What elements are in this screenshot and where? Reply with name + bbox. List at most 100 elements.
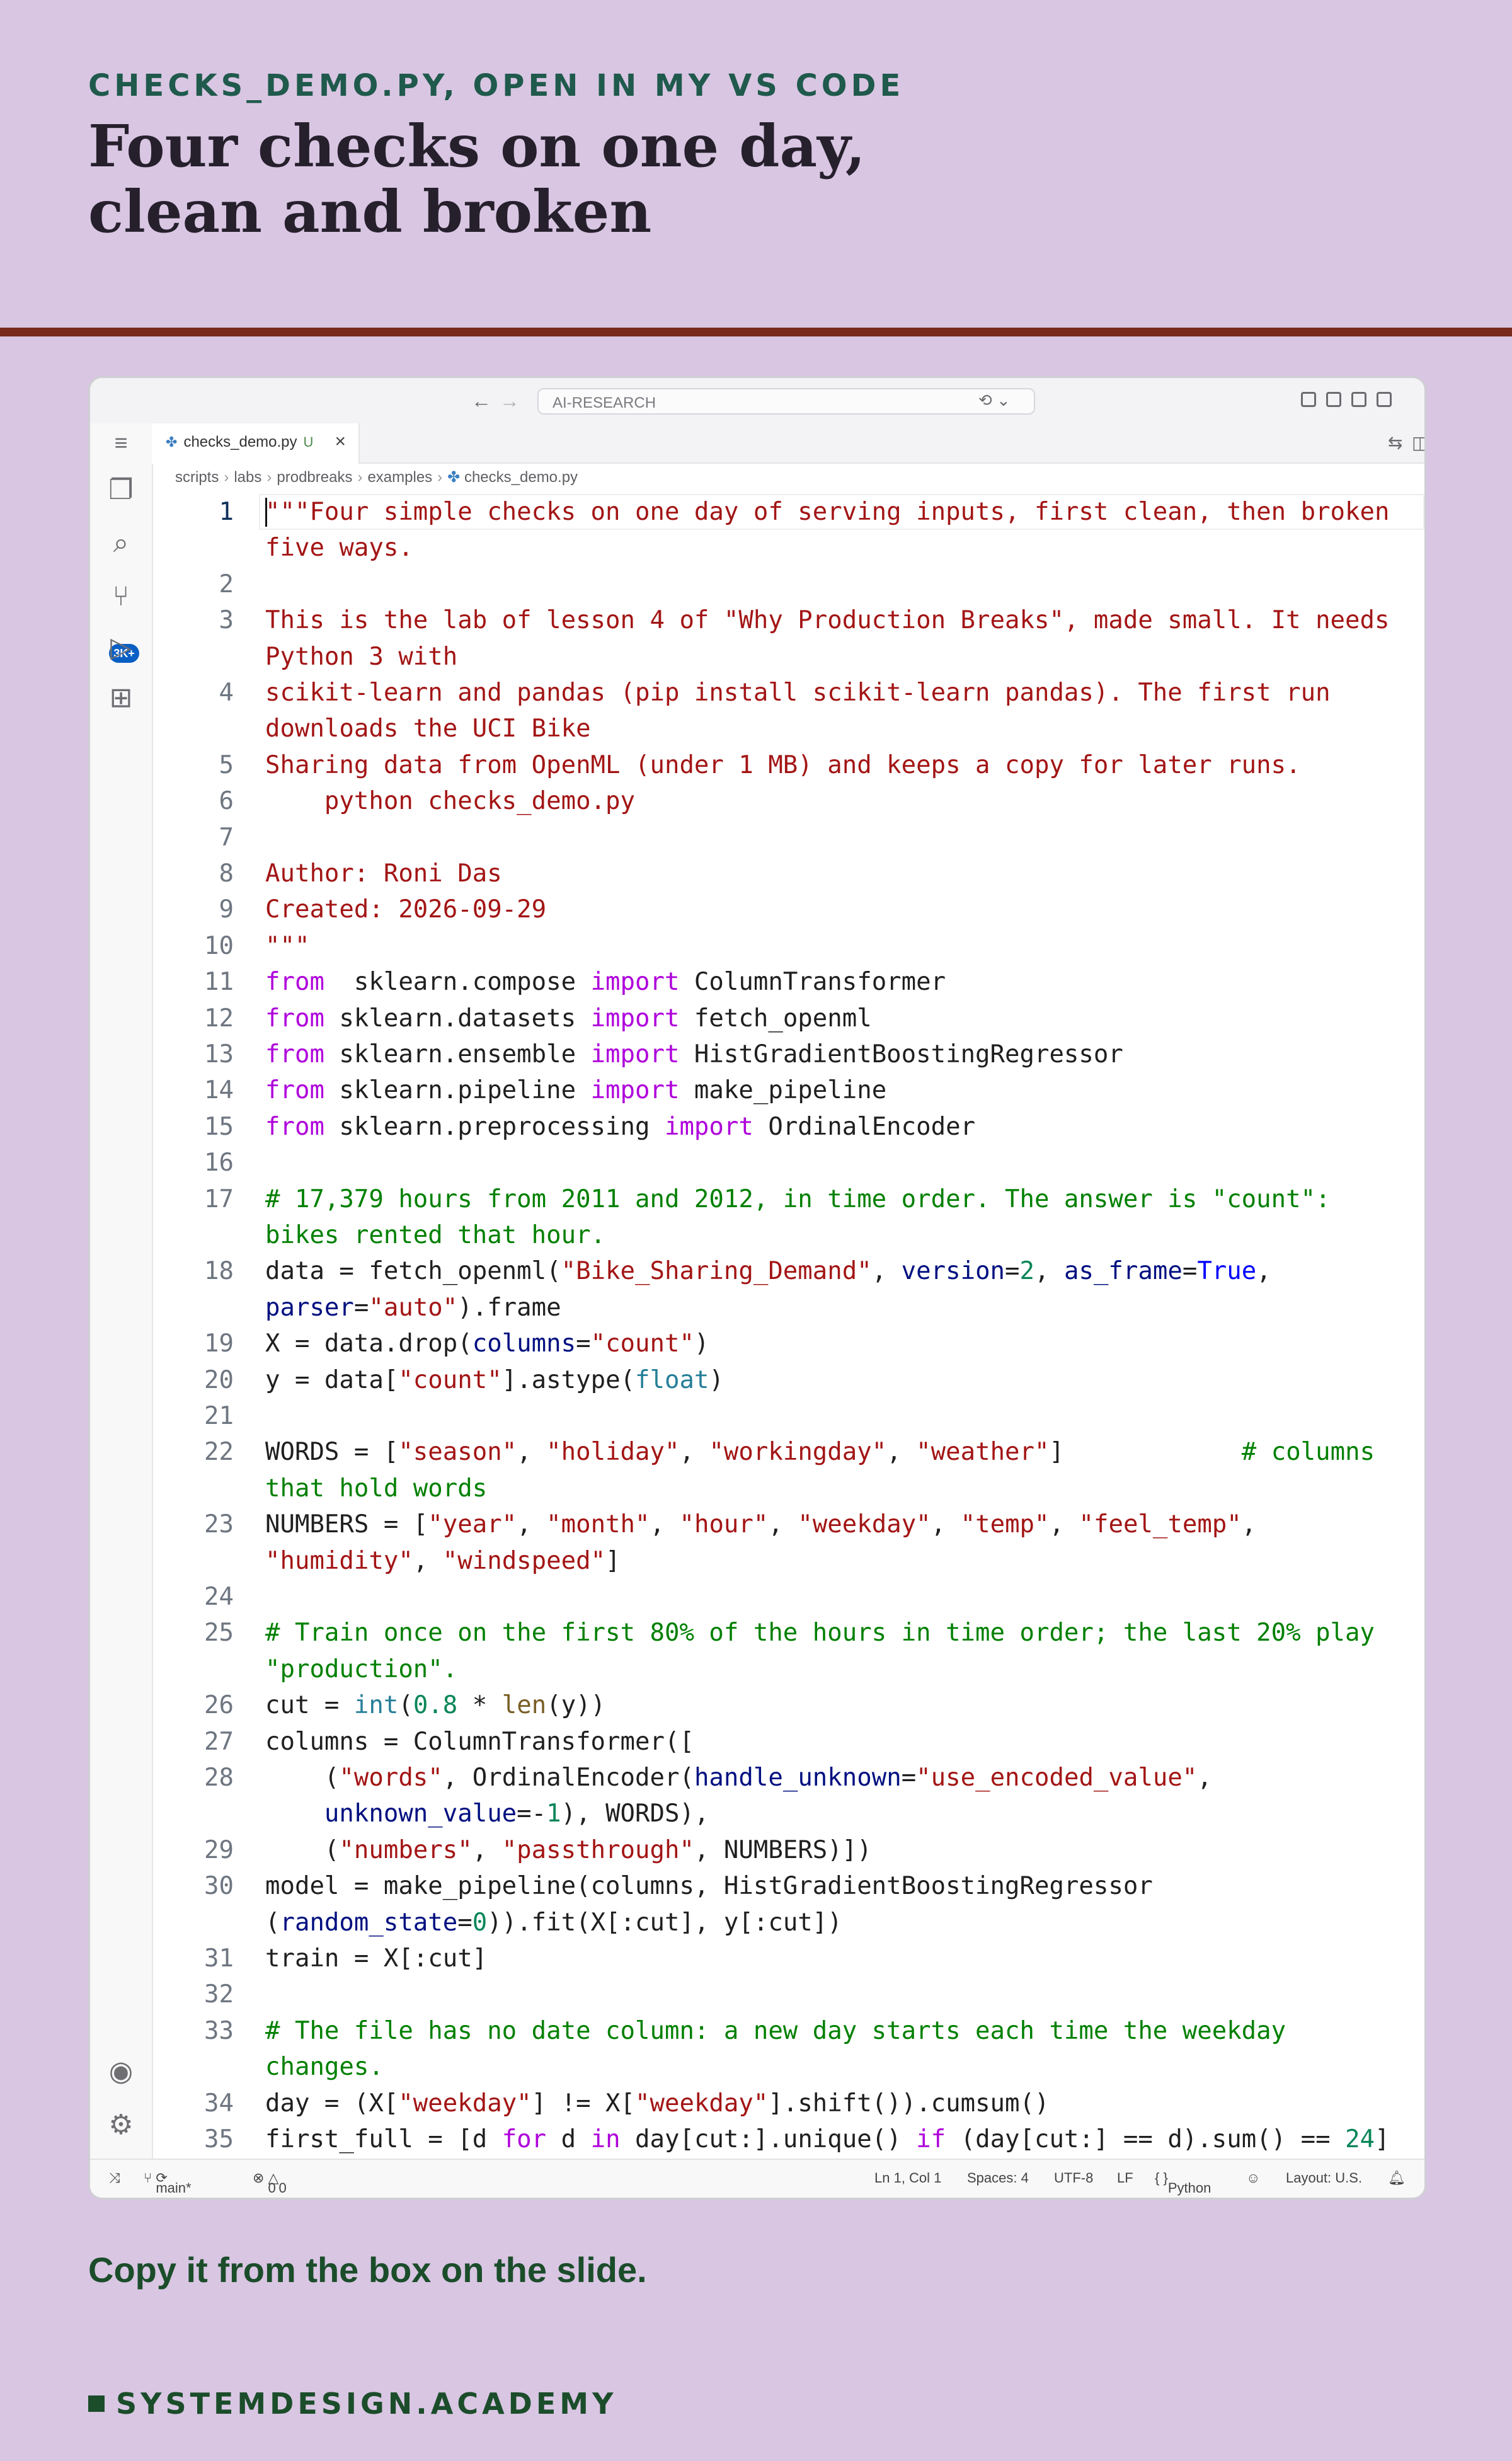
code-line[interactable]: 35 first_full = [d for d in day[cut:].uni… <box>152 2121 1424 2157</box>
copilot-icon[interactable]: ☺ <box>1246 2170 1260 2186</box>
code-line[interactable]: downloads the UCI Bike <box>152 711 1424 747</box>
code-line[interactable]: changes. <box>152 2049 1424 2085</box>
code-line[interactable]: five ways. <box>152 530 1424 566</box>
code-line[interactable]: 4 scikit-learn and pandas (pip install sc… <box>152 675 1424 711</box>
code-token: y = data[ <box>265 1365 399 1394</box>
explorer-icon[interactable]: ❐ <box>90 474 152 506</box>
code-text: from sklearn.preprocessing import Ordina… <box>265 1109 975 1145</box>
toggle-panel-icon[interactable] <box>1351 392 1366 407</box>
breadcrumb-item[interactable]: examples <box>367 469 432 486</box>
code-line[interactable]: 27 columns = ColumnTransformer([ <box>152 1724 1424 1760</box>
code-token: "windspeed" <box>442 1546 606 1575</box>
code-line[interactable]: 14 from sklearn.pipeline import make_pipe… <box>152 1072 1424 1108</box>
search-icon[interactable]: ⌕ <box>90 527 152 559</box>
code-line[interactable]: 16 <box>152 1145 1424 1181</box>
language-mode[interactable]: { } Python <box>1155 2170 1211 2196</box>
code-line[interactable]: 5 Sharing data from OpenML (under 1 MB) a… <box>152 747 1424 783</box>
problems-indicator[interactable]: ⊗ 0 △ 0 <box>253 2170 287 2196</box>
code-line[interactable]: 32 <box>152 1976 1424 2012</box>
code-token: ( <box>265 1908 280 1937</box>
breadcrumb-item[interactable]: labs <box>234 469 261 486</box>
code-token: ].astype( <box>501 1365 636 1394</box>
code-text: y = data["count"].astype(float) <box>265 1362 724 1398</box>
menu-icon[interactable]: ≡ <box>90 430 152 456</box>
run-debug-icon[interactable]: ▷ <box>90 631 152 663</box>
code-line[interactable]: 3 This is the lab of lesson 4 of "Why Pro… <box>152 602 1424 638</box>
code-token: This is the lab of lesson 4 of "Why Prod… <box>265 606 1390 635</box>
forward-arrow-icon[interactable]: → <box>500 389 520 413</box>
code-line[interactable]: 31 train = X[:cut] <box>152 1941 1424 1976</box>
command-center-search[interactable]: AI-RESEARCH <box>537 388 1035 415</box>
code-line[interactable]: 21 <box>152 1398 1424 1434</box>
code-line[interactable]: 17 # 17,379 hours from 2011 and 2012, in … <box>152 1181 1424 1217</box>
code-line[interactable]: bikes rented that hour. <box>152 1217 1424 1253</box>
line-number: 23 <box>204 1510 234 1539</box>
activity-bar: ≡ ❐ ⌕ ⑂ 3K+ ▷ ⊞ ◉ ⚙ <box>90 423 153 2160</box>
code-line[interactable]: 11 from sklearn.compose import ColumnTran… <box>152 964 1424 1000</box>
account-icon[interactable]: ◉ <box>90 2055 152 2087</box>
breadcrumb-item[interactable]: scripts <box>175 469 219 486</box>
code-line[interactable]: 28 ("words", OrdinalEncoder(handle_unkno… <box>152 1760 1424 1796</box>
code-line[interactable]: 9 Created: 2026-09-29 <box>152 892 1424 927</box>
end-of-line[interactable]: LF <box>1117 2170 1133 2186</box>
code-line[interactable]: 33 # The file has no date column: a new d… <box>152 2013 1424 2049</box>
code-editor[interactable]: 1 """Four simple checks on one day of ser… <box>152 490 1424 2160</box>
code-line[interactable]: parser="auto").frame <box>152 1290 1424 1326</box>
line-number: 26 <box>204 1691 234 1720</box>
tab-checks-demo[interactable]: ✤ checks_demo.py U × <box>152 423 360 464</box>
remote-icon[interactable]: ⤨ <box>109 2170 120 2186</box>
compare-changes-icon[interactable]: ⇆ <box>1388 432 1402 453</box>
breadcrumb-item[interactable]: checks_demo.py <box>464 469 578 486</box>
keyboard-layout[interactable]: Layout: U.S. <box>1286 2170 1362 2186</box>
code-line[interactable]: 10 """ <box>152 928 1424 964</box>
code-line[interactable]: "production". <box>152 1651 1424 1687</box>
code-token: float <box>635 1365 709 1394</box>
code-line[interactable]: 15 from sklearn.preprocessing import Ordi… <box>152 1109 1424 1145</box>
toggle-sidebar-icon[interactable] <box>1326 392 1341 407</box>
line-number: 11 <box>204 968 234 997</box>
code-line[interactable]: 24 <box>152 1579 1424 1615</box>
code-line[interactable]: 30 model = make_pipeline(columns, HistGra… <box>152 1868 1424 1904</box>
code-line[interactable]: Python 3 with <box>152 639 1424 675</box>
indentation[interactable]: Spaces: 4 <box>967 2170 1029 2186</box>
code-token: ), WORDS), <box>561 1799 709 1828</box>
code-line[interactable]: 8 Author: Roni Das <box>152 856 1424 892</box>
code-line[interactable]: 13 from sklearn.ensemble import HistGradi… <box>152 1036 1424 1072</box>
code-line[interactable]: that hold words <box>152 1471 1424 1506</box>
code-line[interactable]: unknown_value=-1), WORDS), <box>152 1796 1424 1832</box>
code-token: day = (X[ <box>265 2089 399 2118</box>
notifications-bell-icon[interactable]: 🔔︎ <box>1388 2170 1406 2186</box>
code-line[interactable]: 29 ("numbers", "passthrough", NUMBERS)]) <box>152 1832 1424 1868</box>
code-line[interactable]: 19 X = data.drop(columns="count") <box>152 1326 1424 1362</box>
code-line[interactable]: 20 y = data["count"].astype(float) <box>152 1362 1424 1398</box>
close-tab-icon[interactable]: × <box>335 431 346 452</box>
code-line[interactable]: 6 python checks_demo.py <box>152 783 1424 819</box>
customize-layout-icon[interactable] <box>1301 392 1316 407</box>
code-token: , <box>871 1257 902 1286</box>
cursor-position[interactable]: Ln 1, Col 1 <box>874 2170 941 2186</box>
split-editor-icon[interactable]: ◫ <box>1412 432 1424 453</box>
breadcrumb-item[interactable]: prodbreaks <box>277 469 352 486</box>
code-line[interactable]: 1 """Four simple checks on one day of ser… <box>152 494 1424 530</box>
code-line[interactable]: 18 data = fetch_openml("Bike_Sharing_Dema… <box>152 1253 1424 1289</box>
code-line[interactable]: 2 <box>152 566 1424 602</box>
line-number: 35 <box>204 2125 234 2154</box>
extensions-icon[interactable]: ⊞ <box>90 682 152 714</box>
code-line[interactable]: 25 # Train once on the first 80% of the h… <box>152 1615 1424 1651</box>
source-control-icon[interactable]: ⑂ <box>90 581 152 612</box>
code-line[interactable]: 22 WORDS = ["season", "holiday", "working… <box>152 1434 1424 1470</box>
branch-indicator[interactable]: ⑂ main* ⟳ <box>144 2170 192 2196</box>
code-line[interactable]: 12 from sklearn.datasets import fetch_ope… <box>152 1001 1424 1036</box>
back-arrow-icon[interactable]: ← <box>471 389 491 413</box>
code-line[interactable]: 34 day = (X["weekday"] != X["weekday"].sh… <box>152 2085 1424 2121</box>
code-line[interactable]: 23 NUMBERS = ["year", "month", "hour", "w… <box>152 1506 1424 1542</box>
code-line[interactable]: (random_state=0)).fit(X[:cut], y[:cut]) <box>152 1905 1424 1941</box>
code-token: "weekday" <box>635 2089 769 2118</box>
settings-gear-icon[interactable]: ⚙ <box>90 2109 152 2141</box>
code-line[interactable]: 7 <box>152 820 1424 856</box>
code-line[interactable]: "humidity", "windspeed"] <box>152 1543 1424 1579</box>
code-line[interactable]: 26 cut = int(0.8 * len(y)) <box>152 1687 1424 1723</box>
copilot-chat-icon[interactable]: ⟲ ⌄ <box>978 391 1011 410</box>
encoding[interactable]: UTF-8 <box>1054 2170 1093 2186</box>
toggle-secondary-sidebar-icon[interactable] <box>1377 392 1392 407</box>
